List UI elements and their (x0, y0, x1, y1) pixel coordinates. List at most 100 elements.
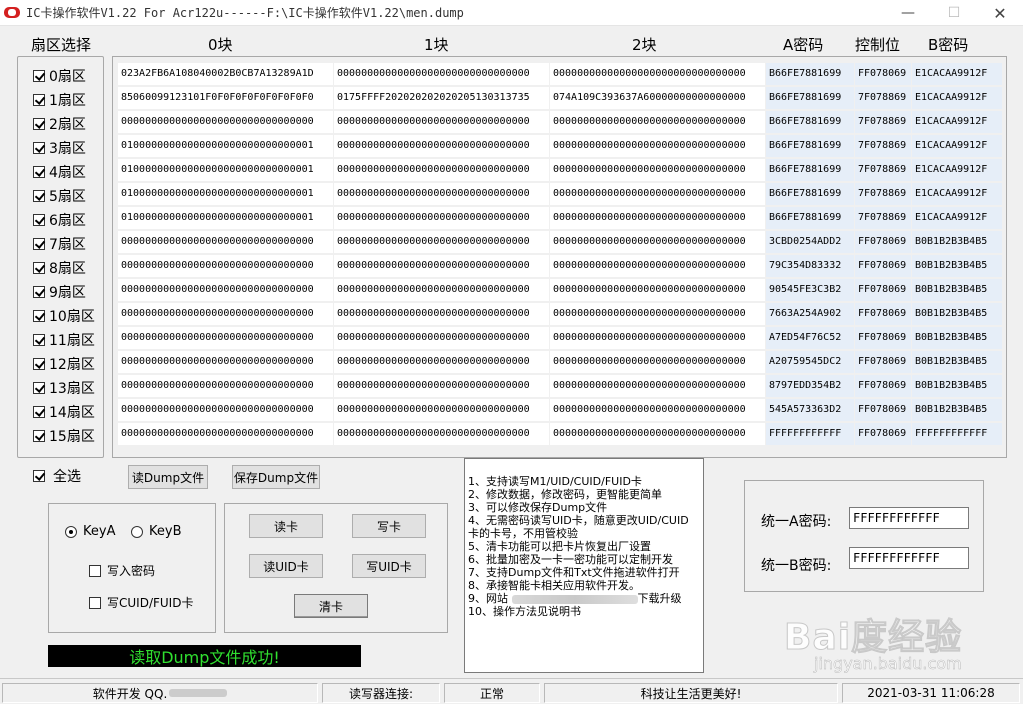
key-a-cell[interactable]: B66FE7881699 (766, 87, 854, 109)
key-b-cell[interactable]: B0B1B2B3B4B5 (912, 351, 1002, 373)
key-a-cell[interactable]: B66FE7881699 (766, 135, 854, 157)
key-a-cell[interactable]: B66FE7881699 (766, 63, 854, 85)
key-a-cell[interactable]: 8797EDD354B2 (766, 375, 854, 397)
sector-checkbox-4[interactable]: 4扇区 (33, 161, 86, 183)
feature-info-box[interactable]: 1、支持读写M1/UID/CUID/FUID卡 2、修改数据，修改密码，更智能更简… (464, 458, 704, 673)
write-uid-button[interactable]: 写UID卡 (352, 554, 426, 578)
control-cell[interactable]: FF078069 (855, 303, 911, 325)
key-a-cell[interactable]: B66FE7881699 (766, 111, 854, 133)
unified-a-input[interactable]: FFFFFFFFFFFF (849, 507, 969, 529)
block1-cell[interactable]: 00000000000000000000000000000000 (334, 279, 549, 301)
control-cell[interactable]: FF078069 (855, 63, 911, 85)
block0-cell[interactable]: 00000000000000000000000000000000 (118, 111, 333, 133)
control-cell[interactable]: FF078069 (855, 351, 911, 373)
key-a-cell[interactable]: B66FE7881699 (766, 207, 854, 229)
control-cell[interactable]: FF078069 (855, 279, 911, 301)
block2-cell[interactable]: 00000000000000000000000000000000 (550, 231, 765, 253)
block1-cell[interactable]: 00000000000000000000000000000000 (334, 375, 549, 397)
control-cell[interactable]: 7F078869 (855, 159, 911, 181)
block0-cell[interactable]: 00000000000000000000000000000000 (118, 303, 333, 325)
block1-cell[interactable]: 00000000000000000000000000000000 (334, 63, 549, 85)
block0-cell[interactable]: 00000000000000000000000000000000 (118, 255, 333, 277)
control-cell[interactable]: FF078069 (855, 423, 911, 445)
control-cell[interactable]: FF078069 (855, 231, 911, 253)
key-a-cell[interactable]: 545A573363D2 (766, 399, 854, 421)
sector-checkbox-13[interactable]: 13扇区 (33, 377, 95, 399)
block2-cell[interactable]: 074A109C393637A60000000000000000 (550, 87, 765, 109)
sector-checkbox-1[interactable]: 1扇区 (33, 89, 86, 111)
sector-check-icon[interactable] (33, 334, 45, 346)
key-b-radio[interactable]: KeyB (131, 524, 182, 539)
sector-check-icon[interactable] (33, 406, 45, 418)
block0-cell[interactable]: 00000000000000000000000000000000 (118, 279, 333, 301)
key-a-cell[interactable]: 3CBD0254ADD2 (766, 231, 854, 253)
block2-cell[interactable]: 00000000000000000000000000000000 (550, 327, 765, 349)
sector-checkbox-7[interactable]: 7扇区 (33, 233, 86, 255)
control-cell[interactable]: FF078069 (855, 399, 911, 421)
block1-cell[interactable]: 00000000000000000000000000000000 (334, 135, 549, 157)
block1-cell[interactable]: 00000000000000000000000000000000 (334, 399, 549, 421)
control-cell[interactable]: 7F078869 (855, 135, 911, 157)
clear-card-button[interactable]: 清卡 (294, 594, 368, 618)
sector-checkbox-8[interactable]: 8扇区 (33, 257, 86, 279)
block0-cell[interactable]: 85060099123101F0F0F0F0F0F0F0F0F0 (118, 87, 333, 109)
sector-check-icon[interactable] (33, 358, 45, 370)
key-b-cell[interactable]: E1CACAA9912F (912, 111, 1002, 133)
block1-cell[interactable]: 00000000000000000000000000000000 (334, 423, 549, 445)
block0-cell[interactable]: 023A2FB6A108040002B0CB7A13289A1D (118, 63, 333, 85)
read-uid-button[interactable]: 读UID卡 (249, 554, 323, 578)
key-b-cell[interactable]: E1CACAA9912F (912, 87, 1002, 109)
key-b-cell[interactable]: E1CACAA9912F (912, 135, 1002, 157)
key-b-cell[interactable]: E1CACAA9912F (912, 183, 1002, 205)
sector-check-icon[interactable] (33, 166, 45, 178)
minimize-button[interactable]: — (885, 0, 931, 26)
sector-check-icon[interactable] (33, 238, 45, 250)
block1-cell[interactable]: 00000000000000000000000000000000 (334, 303, 549, 325)
read-card-button[interactable]: 读卡 (249, 514, 323, 538)
sector-checkbox-10[interactable]: 10扇区 (33, 305, 95, 327)
key-a-cell[interactable]: B66FE7881699 (766, 159, 854, 181)
block1-cell[interactable]: 00000000000000000000000000000000 (334, 351, 549, 373)
close-button[interactable]: ✕ (977, 0, 1023, 26)
key-a-cell[interactable]: A7ED54F76C52 (766, 327, 854, 349)
control-cell[interactable]: FF078069 (855, 375, 911, 397)
block1-cell[interactable]: 00000000000000000000000000000000 (334, 231, 549, 253)
key-b-cell[interactable]: FFFFFFFFFFFF (912, 423, 1002, 445)
block2-cell[interactable]: 00000000000000000000000000000000 (550, 63, 765, 85)
key-a-cell[interactable]: B66FE7881699 (766, 183, 854, 205)
block2-cell[interactable]: 00000000000000000000000000000000 (550, 183, 765, 205)
maximize-button[interactable]: ☐ (931, 0, 977, 26)
write-password-checkbox[interactable]: 写入密码 (89, 562, 155, 579)
select-all-check-icon[interactable] (33, 470, 45, 482)
sector-checkbox-15[interactable]: 15扇区 (33, 425, 95, 447)
write-password-check-icon[interactable] (89, 564, 101, 577)
block1-cell[interactable]: 00000000000000000000000000000000 (334, 159, 549, 181)
sector-check-icon[interactable] (33, 430, 45, 442)
block2-cell[interactable]: 00000000000000000000000000000000 (550, 351, 765, 373)
sector-check-icon[interactable] (33, 70, 45, 82)
key-b-cell[interactable]: B0B1B2B3B4B5 (912, 399, 1002, 421)
unified-b-input[interactable]: FFFFFFFFFFFF (849, 547, 969, 569)
block2-cell[interactable]: 00000000000000000000000000000000 (550, 423, 765, 445)
sector-checkbox-9[interactable]: 9扇区 (33, 281, 86, 303)
block1-cell[interactable]: 00000000000000000000000000000000 (334, 207, 549, 229)
write-card-button[interactable]: 写卡 (352, 514, 426, 538)
block2-cell[interactable]: 00000000000000000000000000000000 (550, 159, 765, 181)
key-a-cell[interactable]: 90545FE3C3B2 (766, 279, 854, 301)
sector-checkbox-0[interactable]: 0扇区 (33, 65, 86, 87)
block0-cell[interactable]: 00000000000000000000000000000000 (118, 423, 333, 445)
key-a-cell[interactable]: 79C354D83332 (766, 255, 854, 277)
block0-cell[interactable]: 00000000000000000000000000000000 (118, 327, 333, 349)
key-b-cell[interactable]: E1CACAA9912F (912, 63, 1002, 85)
control-cell[interactable]: FF078069 (855, 327, 911, 349)
sector-checkbox-12[interactable]: 12扇区 (33, 353, 95, 375)
key-b-cell[interactable]: B0B1B2B3B4B5 (912, 279, 1002, 301)
block0-cell[interactable]: 01000000000000000000000000000001 (118, 183, 333, 205)
control-cell[interactable]: 7F078869 (855, 111, 911, 133)
block0-cell[interactable]: 00000000000000000000000000000000 (118, 399, 333, 421)
select-all-checkbox[interactable]: 全选 (33, 466, 81, 486)
key-b-cell[interactable]: B0B1B2B3B4B5 (912, 255, 1002, 277)
key-b-cell[interactable]: E1CACAA9912F (912, 159, 1002, 181)
save-dump-button[interactable]: 保存Dump文件 (232, 465, 320, 489)
block2-cell[interactable]: 00000000000000000000000000000000 (550, 255, 765, 277)
